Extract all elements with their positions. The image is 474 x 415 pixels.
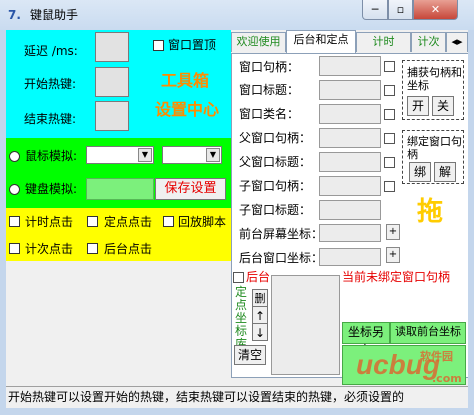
coord-list[interactable]	[271, 275, 340, 375]
read-fg-coord-button[interactable]: 读取前台坐标	[390, 322, 466, 344]
fixed-click-label: 定点点击	[104, 215, 153, 229]
chevron-down-icon: ▼	[206, 148, 220, 162]
parent-handle-checkbox[interactable]	[384, 133, 395, 144]
end-hotkey-label: 结束热键:	[24, 112, 77, 126]
save-settings-button[interactable]: 保存设置	[155, 178, 226, 200]
window-handle-checkbox[interactable]	[384, 61, 395, 72]
app-icon: 7.	[8, 8, 21, 22]
child-title-label: 子窗口标题：	[239, 203, 312, 217]
close-button[interactable]: ✕	[413, 0, 458, 20]
capture-open-button[interactable]: 开	[407, 96, 429, 116]
unbound-notice: 当前未绑定窗口句柄	[342, 270, 451, 284]
bg-window-coord-field[interactable]	[319, 248, 381, 266]
clear-button[interactable]: 清空	[234, 345, 266, 365]
window-title-field[interactable]	[319, 80, 381, 100]
window-class-checkbox[interactable]	[384, 109, 395, 120]
tab-timer[interactable]: 计时	[356, 32, 411, 52]
window-handle-label: 窗口句柄：	[239, 60, 300, 74]
window-title-label: 窗口标题：	[239, 83, 300, 97]
topmost-checkbox[interactable]	[153, 40, 164, 51]
topmost-label: 窗口置顶	[168, 38, 217, 52]
bind-group-label: 绑定窗口句柄	[407, 135, 462, 161]
mouse-sim-select-2[interactable]: ▼	[162, 146, 222, 164]
capture-close-button[interactable]: 关	[432, 96, 454, 116]
fg-coord-add-button[interactable]: +	[386, 224, 400, 240]
window-class-field[interactable]	[319, 104, 381, 124]
bg-coord-add-button[interactable]: +	[386, 247, 400, 263]
tab-scroll-arrows[interactable]: ◂▸	[446, 32, 468, 52]
fg-screen-coord-label: 前台屏幕坐标：	[239, 227, 324, 241]
coord-lib-label: 定点坐标库	[235, 285, 248, 351]
background-click-label: 后台点击	[104, 242, 153, 256]
save-coord-as-button[interactable]: 坐标另存	[342, 322, 390, 357]
child-title-field[interactable]	[319, 200, 381, 220]
keyboard-sim-input[interactable]	[86, 178, 154, 200]
window-class-label: 窗口类名：	[239, 107, 300, 121]
toolbox-title: 工具箱	[161, 71, 210, 90]
window-title: 键鼠助手	[30, 8, 79, 22]
parent-title-field[interactable]	[319, 152, 381, 172]
parent-handle-field[interactable]	[319, 128, 381, 148]
keyboard-sim-label: 键盘模拟:	[25, 182, 78, 196]
replay-script-checkbox[interactable]	[163, 216, 174, 227]
maximize-button[interactable]: ▫	[388, 0, 413, 20]
count-click-checkbox[interactable]	[9, 243, 20, 254]
start-hotkey-input[interactable]	[95, 67, 129, 97]
fixed-click-checkbox[interactable]	[87, 216, 98, 227]
status-bar: 开始热键可以设置开始的热键，结束热键可以设置结束的热键，必须设置的	[6, 386, 468, 408]
delay-label: 延迟 /ms:	[24, 44, 78, 58]
replay-script-label: 回放脚本	[178, 215, 227, 229]
background-click-checkbox[interactable]	[87, 243, 98, 254]
keyboard-sim-radio[interactable]	[9, 184, 20, 195]
end-hotkey-input[interactable]	[95, 101, 129, 131]
fg-screen-coord-field[interactable]	[319, 224, 381, 242]
move-up-button[interactable]: ↑	[252, 306, 268, 324]
child-handle-field[interactable]	[319, 176, 381, 196]
child-handle-checkbox[interactable]	[384, 181, 395, 192]
mouse-sim-label: 鼠标模拟:	[25, 149, 78, 163]
watermark-sub: 软件园	[420, 350, 453, 363]
delay-input[interactable]	[95, 32, 129, 62]
parent-handle-label: 父窗口句柄：	[239, 131, 312, 145]
delete-button[interactable]: 删	[252, 289, 268, 307]
tab-background-fixed[interactable]: 后台和定点	[286, 30, 356, 54]
settings-center-title: 设置中心	[155, 100, 220, 119]
mouse-sim-radio[interactable]	[9, 151, 20, 162]
background-checkbox-label: 后台	[246, 270, 271, 284]
capture-group-label: 捕获句柄和坐标	[407, 66, 462, 92]
timed-click-checkbox[interactable]	[9, 216, 20, 227]
watermark-dotcom: .com	[432, 372, 462, 385]
parent-title-checkbox[interactable]	[384, 157, 395, 168]
mouse-sim-select-1[interactable]: ▼	[86, 146, 154, 164]
bg-window-coord-label: 后台窗口坐标：	[239, 251, 324, 265]
tab-welcome[interactable]: 欢迎使用	[231, 32, 286, 52]
window-title-checkbox[interactable]	[384, 85, 395, 96]
tab-count[interactable]: 计次	[411, 32, 446, 52]
parent-title-label: 父窗口标题：	[239, 155, 312, 169]
bind-button[interactable]: 绑	[409, 162, 431, 182]
child-handle-label: 子窗口句柄：	[239, 179, 312, 193]
start-hotkey-label: 开始热键:	[24, 77, 77, 91]
move-down-button[interactable]: ↓	[252, 323, 268, 341]
background-checkbox[interactable]	[233, 272, 244, 283]
timed-click-label: 计时点击	[25, 215, 74, 229]
count-click-label: 计次点击	[25, 242, 74, 256]
window-handle-field[interactable]	[319, 56, 381, 76]
drag-target-icon[interactable]: 拖	[417, 197, 443, 227]
chevron-down-icon: ▼	[138, 148, 152, 162]
unbind-button[interactable]: 解	[434, 162, 456, 182]
minimize-button[interactable]: ─	[362, 0, 388, 20]
